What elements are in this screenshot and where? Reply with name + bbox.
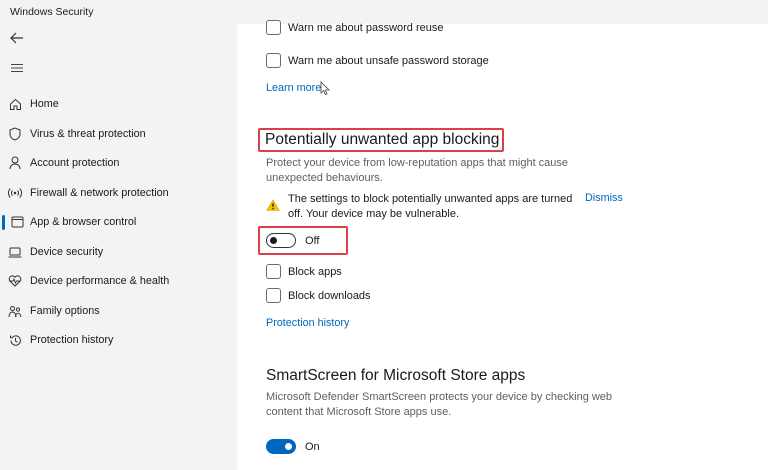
warning-icon (266, 198, 280, 216)
pua-description: Protect your device from low-reputation … (266, 157, 569, 184)
person-icon (8, 156, 22, 170)
menu-button[interactable] (6, 57, 28, 79)
block-apps-label: Block apps (288, 265, 342, 278)
protection-history-link[interactable]: Protection history (266, 317, 349, 329)
smartscreen-store-toggle-switch[interactable] (266, 439, 296, 454)
back-arrow-icon (10, 32, 23, 44)
password-storage-checkbox[interactable] (266, 53, 281, 68)
password-storage-checkbox-row[interactable]: Warn me about unsafe password storage (266, 53, 489, 68)
heart-pulse-icon (8, 274, 22, 288)
smartscreen-store-toggle-state: On (305, 440, 320, 453)
smartscreen-store-title: SmartScreen for Microsoft Store apps (266, 367, 526, 384)
back-button[interactable] (6, 27, 28, 49)
password-reuse-checkbox[interactable] (266, 20, 281, 35)
main-content: Warn me about password reuse Warn me abo… (237, 20, 768, 470)
sidebar-item-account-protection[interactable]: Account protection (0, 149, 237, 177)
password-storage-label: Warn me about unsafe password storage (288, 54, 489, 67)
home-icon (8, 97, 22, 111)
app-window-icon (10, 215, 24, 229)
sidebar-item-device-security[interactable]: Device security (0, 238, 237, 266)
wifi-broadcast-icon (8, 186, 22, 200)
sidebar-item-protection-history[interactable]: Protection history (0, 326, 237, 354)
dismiss-link[interactable]: Dismiss (585, 192, 623, 204)
mouse-pointer-icon (320, 81, 330, 95)
sidebar-item-family-options[interactable]: Family options (0, 297, 237, 325)
toggle-knob (270, 237, 277, 244)
password-reuse-checkbox-row[interactable]: Warn me about password reuse (266, 20, 444, 35)
sidebar-item-label: Device performance & health (30, 275, 170, 287)
block-downloads-label: Block downloads (288, 289, 371, 302)
pua-toggle-row[interactable]: Off (266, 233, 319, 248)
sidebar-item-label: Home (30, 98, 59, 110)
sidebar-item-app-browser-control[interactable]: App & browser control (0, 208, 237, 236)
sidebar-item-label: App & browser control (30, 216, 137, 228)
window-title: Windows Security (10, 6, 94, 18)
sidebar-item-home[interactable]: Home (0, 90, 237, 118)
sidebar-item-virus-threat-protection[interactable]: Virus & threat protection (0, 120, 237, 148)
warning-text: The settings to block potentially unwant… (288, 193, 573, 220)
laptop-icon (8, 245, 22, 259)
learn-more-link[interactable]: Learn more (266, 82, 321, 94)
shield-icon (8, 127, 22, 141)
password-reuse-label: Warn me about password reuse (288, 21, 444, 34)
sidebar-item-label: Virus & threat protection (30, 128, 146, 140)
sidebar-item-label: Family options (30, 305, 100, 317)
block-downloads-checkbox[interactable] (266, 288, 281, 303)
sidebar-item-label: Protection history (30, 334, 114, 346)
block-apps-checkbox-row[interactable]: Block apps (266, 264, 342, 279)
smartscreen-store-description: Microsoft Defender SmartScreen protects … (266, 391, 613, 418)
family-icon (8, 304, 22, 318)
sidebar-item-firewall-network-protection[interactable]: Firewall & network protection (0, 179, 237, 207)
smartscreen-store-toggle-row[interactable]: On (266, 439, 320, 454)
sidebar-item-label: Device security (30, 246, 104, 258)
history-icon (8, 333, 22, 347)
sidebar: Home Virus & threat protection Account p… (0, 24, 237, 470)
toggle-knob (285, 443, 292, 450)
block-downloads-checkbox-row[interactable]: Block downloads (266, 288, 371, 303)
hamburger-menu-icon (11, 64, 23, 72)
sidebar-item-label: Firewall & network protection (30, 187, 169, 199)
pua-toggle-switch[interactable] (266, 233, 296, 248)
active-indicator (2, 215, 5, 230)
sidebar-item-label: Account protection (30, 157, 120, 169)
pua-toggle-state: Off (305, 234, 320, 247)
block-apps-checkbox[interactable] (266, 264, 281, 279)
pua-section-title: Potentially unwanted app blocking (265, 131, 500, 148)
sidebar-item-device-performance-health[interactable]: Device performance & health (0, 267, 237, 295)
